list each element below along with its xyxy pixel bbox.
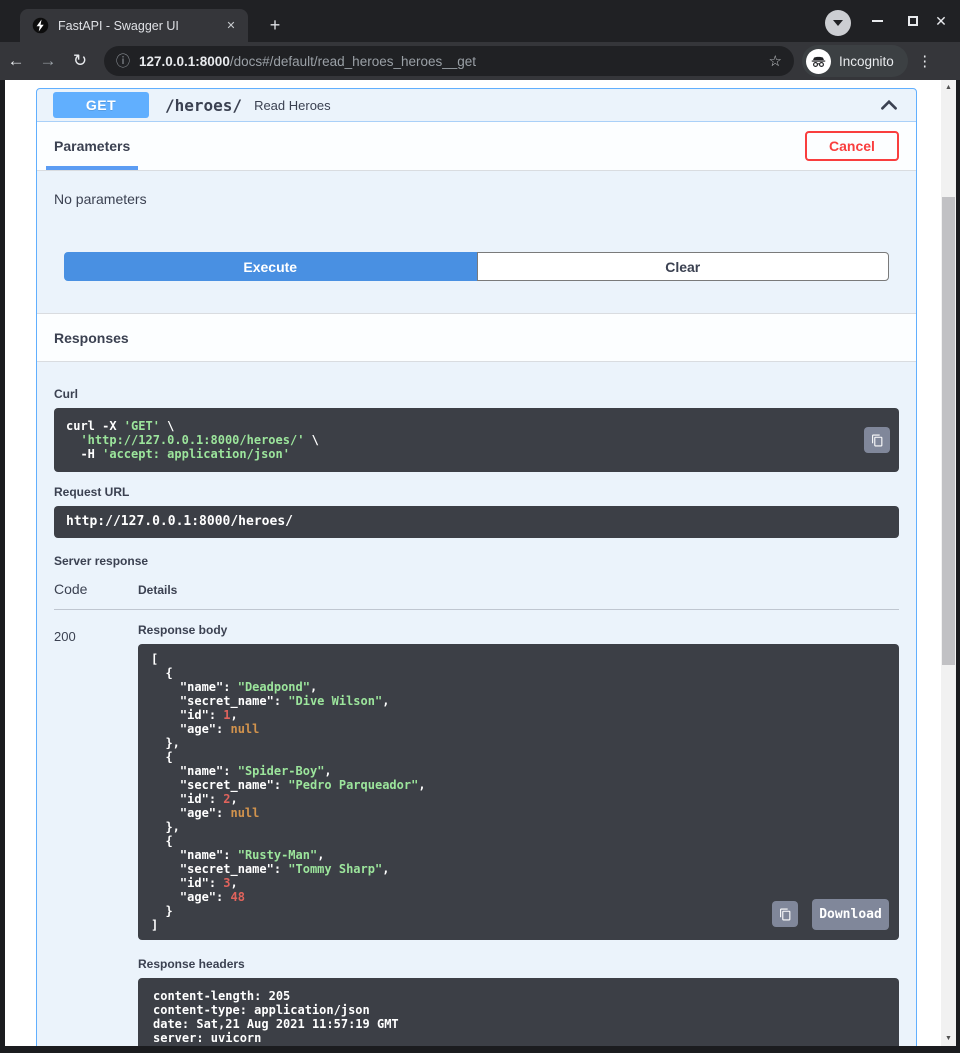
clipboard-icon [871, 434, 884, 447]
window-minimize-button[interactable] [862, 0, 892, 42]
swagger-page: GET /heroes/ Read Heroes Parameters Canc… [5, 80, 941, 1046]
url-path: /docs#/default/read_heroes_heroes__get [230, 54, 476, 69]
collapse-chevron-icon[interactable] [878, 94, 900, 116]
page-viewport: GET /heroes/ Read Heroes Parameters Canc… [5, 80, 956, 1046]
endpoint-path: /heroes/ [165, 96, 242, 115]
request-url-text: http://127.0.0.1:8000/heroes/ [66, 514, 293, 529]
url-host: 127.0.0.1:8000 [139, 54, 230, 69]
copy-curl-button[interactable] [864, 427, 890, 453]
no-parameters-text: No parameters [54, 191, 899, 207]
response-headers-text: content-length: 205content-type: applica… [153, 989, 887, 1045]
clipboard-icon [779, 908, 792, 921]
opblock-summary[interactable]: GET /heroes/ Read Heroes [37, 89, 916, 122]
browser-toolbar: ← → ↻ ⓘ 127.0.0.1:8000/docs#/default/rea… [0, 42, 960, 80]
curl-command-text: curl -X 'GET' \ 'http://127.0.0.1:8000/h… [66, 419, 859, 461]
parameters-title: Parameters [54, 138, 130, 154]
browser-menu-icon[interactable]: ⋮ [910, 52, 940, 70]
parameters-tab-underline [46, 166, 138, 170]
window-maximize-button[interactable] [898, 0, 928, 42]
maximize-icon [908, 16, 918, 26]
request-url-label: Request URL [54, 485, 899, 499]
responses-body: Curl curl -X 'GET' \ 'http://127.0.0.1:8… [37, 362, 916, 1046]
scroll-down-icon[interactable]: ▼ [941, 1031, 956, 1046]
url-bar[interactable]: ⓘ 127.0.0.1:8000/docs#/default/read_hero… [104, 46, 794, 76]
response-details: Response body [ { "name": "Deadpond", "s… [138, 623, 899, 1046]
download-button[interactable]: Download [812, 899, 889, 930]
status-code: 200 [54, 623, 138, 1046]
responses-title: Responses [54, 330, 129, 346]
response-row: 200 Response body [ { "name": "Deadpond"… [54, 623, 899, 1046]
execute-row: Execute Clear [64, 252, 889, 281]
clear-button[interactable]: Clear [477, 252, 890, 281]
request-url-block: http://127.0.0.1:8000/heroes/ [54, 506, 899, 538]
response-table-header: Code Details [54, 581, 899, 610]
bookmark-star-icon[interactable]: ☆ [769, 52, 782, 70]
curl-label: Curl [54, 387, 899, 401]
chevron-down-icon [833, 20, 843, 26]
curl-command-block: curl -X 'GET' \ 'http://127.0.0.1:8000/h… [54, 408, 899, 472]
page-scrollbar[interactable]: ▲ ▼ [941, 80, 956, 1046]
minimize-icon [872, 20, 883, 22]
browser-tab[interactable]: FastAPI - Swagger UI ✕ [20, 9, 248, 42]
cancel-button[interactable]: Cancel [805, 131, 899, 161]
opblock-get-heroes: GET /heroes/ Read Heroes Parameters Canc… [36, 88, 917, 1046]
response-body-label: Response body [138, 623, 899, 637]
responses-header: Responses [37, 313, 916, 362]
response-headers-label: Response headers [138, 957, 899, 971]
scrollbar-thumb[interactable] [942, 197, 955, 665]
incognito-label: Incognito [839, 54, 894, 69]
tab-search-button[interactable] [825, 10, 851, 36]
execute-button[interactable]: Execute [64, 252, 477, 281]
site-info-icon[interactable]: ⓘ [116, 51, 130, 71]
reload-icon[interactable]: ↻ [64, 51, 96, 71]
scroll-up-icon[interactable]: ▲ [941, 80, 956, 95]
copy-response-button[interactable] [772, 901, 798, 927]
method-badge: GET [53, 92, 149, 118]
tab-strip: FastAPI - Swagger UI ✕ + ✕ [0, 0, 960, 42]
fastapi-favicon-icon [32, 17, 49, 34]
parameters-body: No parameters Execute Clear [37, 171, 916, 281]
details-column-header: Details [138, 583, 177, 597]
endpoint-summary: Read Heroes [254, 98, 878, 113]
incognito-badge: Incognito [802, 45, 908, 77]
new-tab-button[interactable]: + [262, 13, 288, 39]
server-response-label: Server response [54, 554, 899, 568]
tab-close-icon[interactable]: ✕ [222, 17, 240, 35]
url-text: 127.0.0.1:8000/docs#/default/read_heroes… [139, 54, 761, 69]
incognito-icon [806, 49, 831, 74]
code-column-header: Code [54, 581, 138, 597]
tab-title: FastAPI - Swagger UI [58, 19, 222, 33]
back-icon[interactable]: ← [0, 51, 32, 71]
browser-window: FastAPI - Swagger UI ✕ + ✕ ← → ↻ ⓘ 127.0… [0, 0, 960, 1053]
parameters-header: Parameters Cancel [37, 122, 916, 171]
response-body-block: [ { "name": "Deadpond", "secret_name": "… [138, 644, 899, 940]
response-body-json: [ { "name": "Deadpond", "secret_name": "… [151, 652, 887, 932]
response-headers-block: content-length: 205content-type: applica… [138, 978, 899, 1046]
window-close-button[interactable]: ✕ [926, 0, 956, 42]
forward-icon[interactable]: → [32, 51, 64, 71]
